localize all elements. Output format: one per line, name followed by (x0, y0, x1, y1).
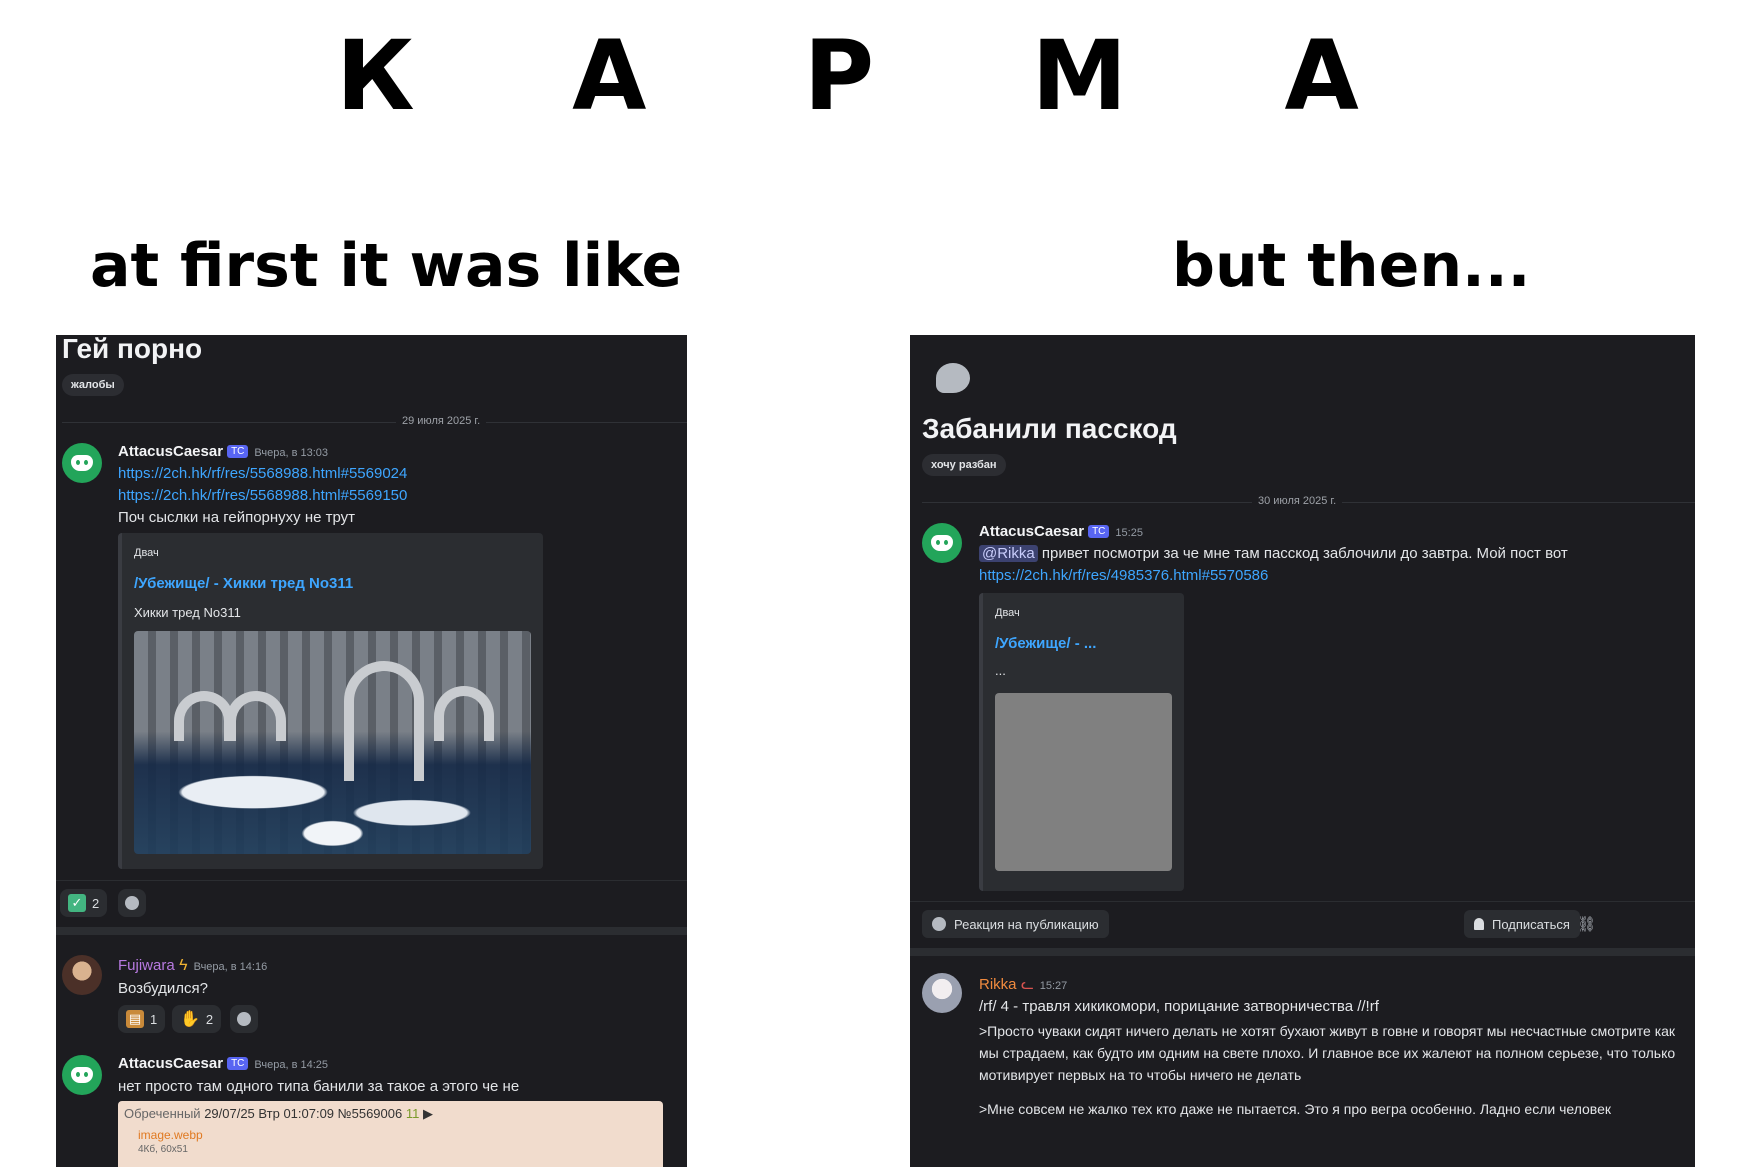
reaction-chip[interactable]: ✋ 2 (172, 1005, 222, 1033)
reaction-count: 2 (92, 895, 100, 911)
message-text: привет посмотри за че мне там пасскод за… (1041, 545, 1568, 562)
message-header: Rikka ᓚ 15:27 (979, 975, 1067, 994)
thumbs-down-icon: ✋ (180, 1011, 200, 1028)
message-link[interactable]: https://2ch.hk/rf/res/5568988.html#55690… (118, 465, 407, 482)
quote-reply-count: 11 (405, 1106, 420, 1121)
message-link[interactable]: https://2ch.hk/rf/res/5568988.html#55691… (118, 487, 407, 504)
op-badge: ТС (227, 1057, 249, 1070)
message-text: Возбудился? (118, 980, 208, 997)
box-emoji-icon: ▤ (126, 1010, 144, 1028)
caption-left: at first it was like (90, 231, 683, 301)
avatar[interactable] (922, 523, 962, 563)
copy-link-icon[interactable]: ⛓ (1577, 915, 1596, 933)
discord-logo-icon (931, 535, 953, 551)
subscribe-button[interactable]: Подписаться (1464, 910, 1580, 938)
date-label: 30 июля 2025 г. (1252, 495, 1343, 507)
timestamp: Вчера, в 13:03 (254, 447, 329, 459)
discord-logo-icon (71, 1067, 93, 1083)
reaction-count: 2 (205, 1011, 214, 1027)
subscribe-label: Подписаться (1492, 916, 1570, 932)
link-embed[interactable]: Двач /Убежище/ - ... ... (979, 593, 1184, 891)
avatar[interactable] (62, 443, 102, 483)
reaction-chip[interactable]: ▤ 1 (118, 1005, 166, 1033)
smile-icon (932, 917, 946, 931)
message-header: AttacusCaesar ТС Вчера, в 13:03 (118, 443, 328, 461)
timestamp: 15:25 (1115, 527, 1143, 539)
op-badge: ТС (1088, 525, 1110, 538)
thread-title: Забанили пасскод (922, 413, 1177, 444)
chat-bubble-icon (936, 363, 970, 393)
author-name[interactable]: AttacusCaesar (979, 523, 1084, 540)
timestamp: Вчера, в 14:16 (193, 961, 268, 973)
quote-file-name[interactable]: image.webp (138, 1128, 203, 1142)
author-name[interactable]: Rikka (979, 976, 1017, 993)
date-label: 29 июля 2025 г. (396, 415, 487, 427)
user-mention[interactable]: @Rikka (979, 545, 1038, 562)
left-screenshot-panel: Гей порно жалобы 29 июля 2025 г. Attacus… (56, 335, 687, 1167)
message-header: Fujiwara ϟ Вчера, в 14:16 (118, 957, 267, 975)
quote-post-number[interactable]: №5569006 (338, 1106, 403, 1121)
avatar[interactable] (62, 955, 102, 995)
reaction-count: 1 (150, 1011, 158, 1027)
op-badge: ТС (227, 445, 249, 458)
embed-title[interactable]: /Убежище/ - ... (995, 635, 1096, 652)
smile-icon (125, 896, 139, 910)
react-to-post-button[interactable]: Реакция на публикацию (922, 910, 1109, 938)
embed-image[interactable] (134, 631, 531, 854)
embed-provider: Двач (134, 547, 159, 559)
add-reaction-button[interactable] (230, 1005, 258, 1033)
quote-file-size: 4Кб, 60x51 (138, 1144, 188, 1155)
message-link[interactable]: https://2ch.hk/rf/res/4985376.html#55705… (979, 567, 1268, 584)
embed-title[interactable]: /Убежище/ - Хикки тред No311 (134, 575, 353, 592)
meme-title: К А Р М А (336, 20, 1421, 132)
message-text: /rf/ 4 - травля хикикомори, порицание за… (979, 998, 1379, 1015)
message-text: нет просто там одного типа банили за так… (118, 1078, 520, 1095)
reaction-chip[interactable]: ✓ 2 (60, 889, 108, 917)
link-embed[interactable]: Двач /Убежище/ - Хикки тред No311 Хикки … (118, 533, 543, 869)
embed-provider: Двач (995, 607, 1020, 619)
author-name[interactable]: AttacusCaesar (118, 443, 223, 460)
quoted-post[interactable]: Обреченный 29/07/25 Втр 01:07:09 №556900… (118, 1101, 663, 1167)
bell-icon (1474, 918, 1484, 930)
embed-description: Хикки тред No311 (134, 605, 241, 620)
discord-logo-icon (71, 455, 93, 471)
avatar[interactable] (62, 1055, 102, 1095)
quote-date: 29/07/25 Втр 01:07:09 (204, 1106, 335, 1121)
author-name[interactable]: AttacusCaesar (118, 1055, 223, 1072)
quote-poster-name: Обреченный (124, 1106, 201, 1121)
avatar[interactable] (922, 973, 962, 1013)
thread-tag[interactable]: жалобы (62, 374, 124, 396)
message-header: AttacusCaesar ТС 15:25 (979, 523, 1143, 541)
lightning-icon: ϟ (179, 957, 188, 974)
react-to-post-label: Реакция на публикацию (954, 916, 1099, 932)
cat-emoji-icon: ᓚ (1020, 976, 1034, 993)
thread-title: Гей порно (62, 335, 203, 364)
timestamp: 15:27 (1039, 980, 1068, 992)
caption-right: but then... (1172, 231, 1531, 301)
check-mark-icon: ✓ (68, 894, 86, 912)
message-text: >Просто чуваки сидят ничего делать не хо… (979, 1023, 1676, 1083)
smile-icon (237, 1012, 251, 1026)
message-text: Поч сыслки на гейпорнуху не трут (118, 509, 356, 526)
message-text-line: @Rikka привет посмотри за че мне там пас… (979, 543, 1568, 565)
thread-tag[interactable]: хочу разбан (922, 454, 1006, 476)
timestamp: Вчера, в 14:25 (254, 1059, 329, 1071)
embed-description: ... (995, 663, 1006, 678)
date-divider (62, 422, 687, 423)
message-text: >Мне совсем не жалко тех кто даже не пыт… (979, 1101, 1611, 1117)
embed-image-placeholder[interactable] (995, 693, 1172, 871)
right-screenshot-panel: Забанили пасскод хочу разбан 30 июля 202… (910, 335, 1695, 1167)
author-name[interactable]: Fujiwara (118, 957, 175, 974)
message-header: AttacusCaesar ТС Вчера, в 14:25 (118, 1055, 328, 1073)
add-reaction-button[interactable] (118, 889, 146, 917)
play-icon[interactable]: ▶ (423, 1106, 433, 1121)
